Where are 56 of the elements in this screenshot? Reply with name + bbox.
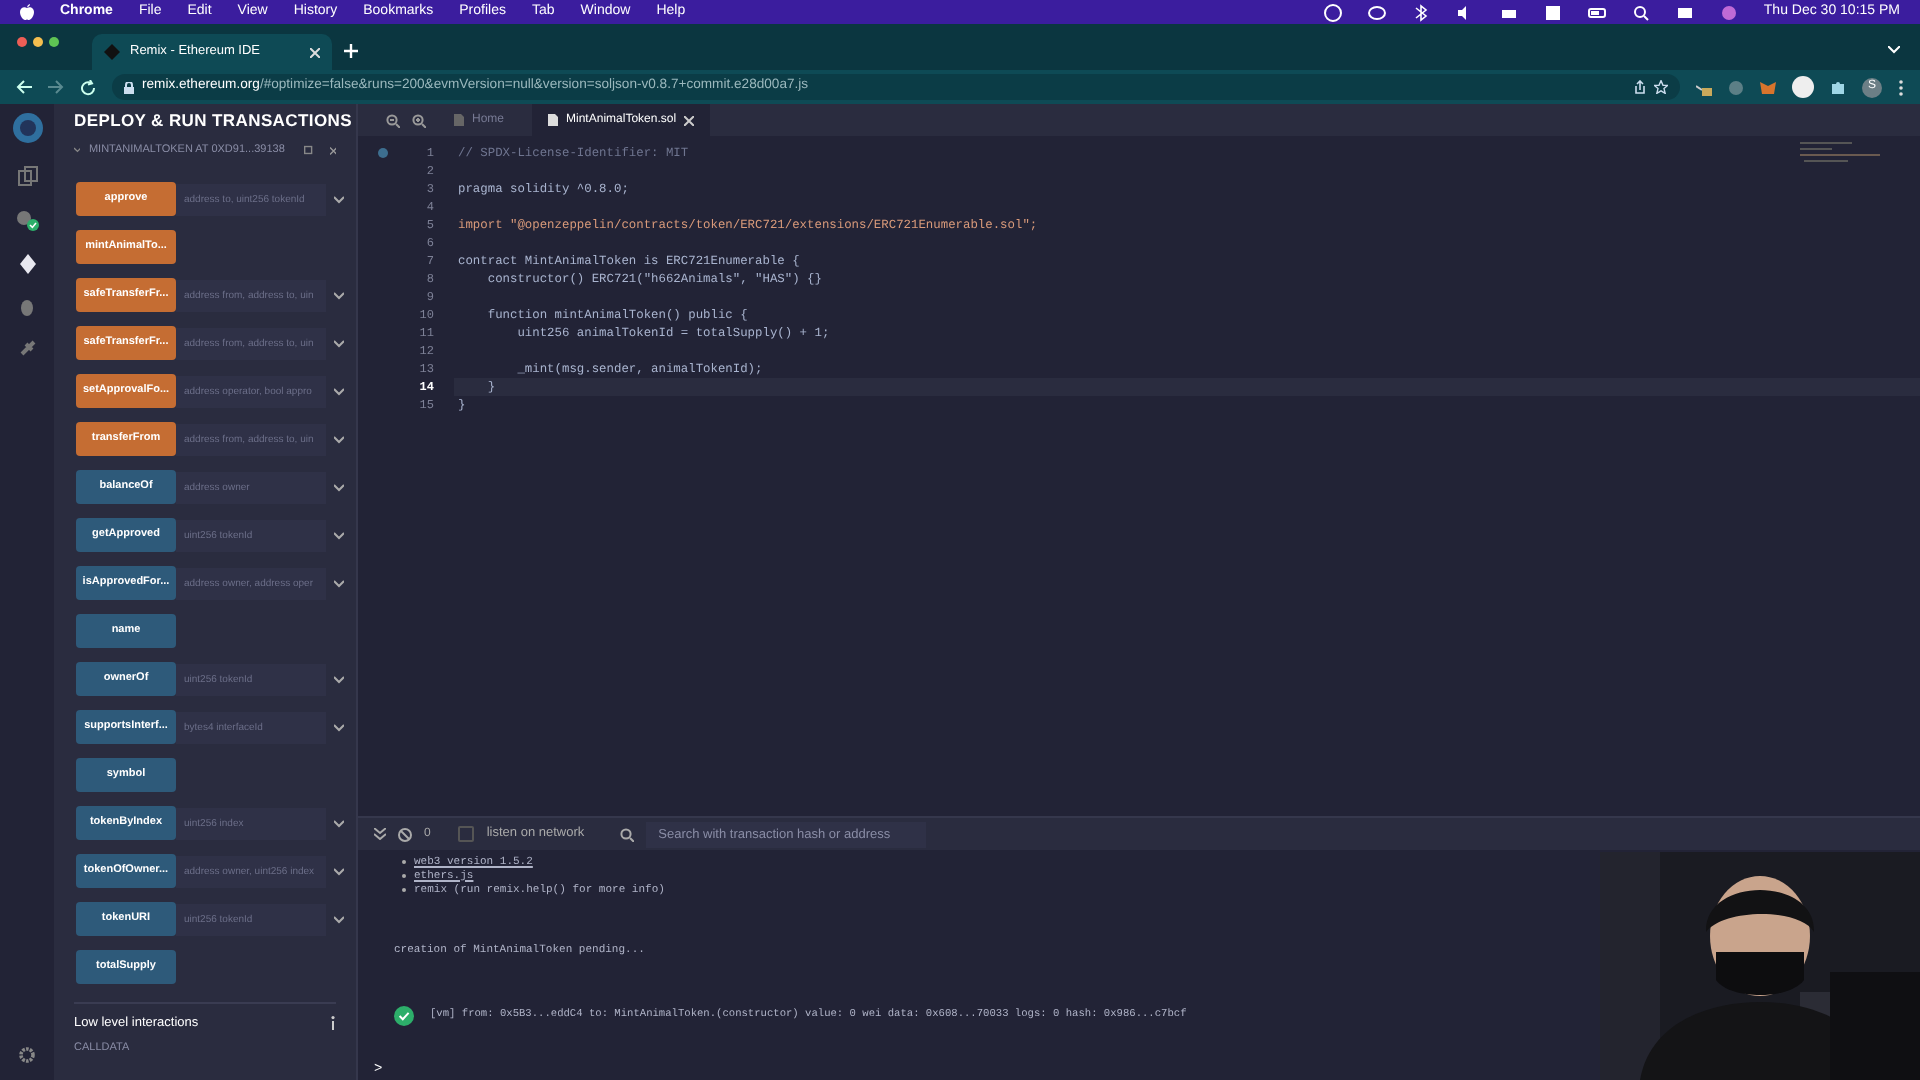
bug-icon[interactable]: [18, 296, 36, 316]
pen-extension-icon[interactable]: [1696, 79, 1712, 95]
chevron-down-icon[interactable]: [334, 531, 344, 539]
files-icon[interactable]: [17, 166, 37, 186]
search-icon[interactable]: [620, 827, 635, 842]
bluetooth-icon[interactable]: [1411, 3, 1430, 21]
fox-extension-icon[interactable]: [1760, 79, 1776, 95]
forward-icon[interactable]: [48, 80, 64, 94]
zoom-out-icon[interactable]: [386, 113, 400, 127]
chevron-down-icon[interactable]: [334, 915, 344, 923]
chevron-down-icon[interactable]: [334, 723, 344, 731]
new-tab-icon[interactable]: [344, 44, 358, 58]
search-icon[interactable]: [1631, 3, 1650, 21]
minimap-drawing: [1800, 142, 1880, 166]
success-check-icon: [394, 1005, 414, 1025]
chevron-down-icon[interactable]: [334, 867, 344, 875]
profile-extension-icon[interactable]: [1792, 76, 1814, 98]
copy-icon[interactable]: [304, 144, 314, 156]
collapse-icon[interactable]: [374, 828, 386, 841]
info-icon[interactable]: [330, 1016, 336, 1031]
file-icon: [548, 114, 559, 126]
share-icon[interactable]: [1634, 80, 1646, 94]
close-icon[interactable]: [684, 115, 695, 125]
chevron-down-icon[interactable]: [334, 579, 344, 587]
reload-icon[interactable]: [80, 79, 96, 95]
remix-logo-icon[interactable]: [9, 112, 45, 144]
back-icon[interactable]: [16, 80, 32, 94]
chevron-down-icon[interactable]: [334, 435, 344, 443]
more-icon[interactable]: [1898, 79, 1904, 95]
close-icon[interactable]: [329, 145, 337, 155]
ethereum-deploy-icon[interactable]: [17, 254, 37, 274]
globe-icon[interactable]: [1323, 3, 1342, 21]
chevron-down-icon[interactable]: [334, 195, 344, 203]
panel-title: DEPLOY & RUN TRANSACTIONS: [74, 108, 352, 134]
settings-icon[interactable]: [18, 1046, 36, 1064]
listen-checkbox[interactable]: [458, 826, 475, 843]
compiler-check-icon[interactable]: [15, 208, 39, 232]
window-controls-icon[interactable]: [16, 36, 64, 48]
battery-icon[interactable]: [1587, 3, 1606, 21]
remix-logo-icon: [104, 44, 120, 60]
chevron-down-icon[interactable]: [334, 339, 344, 347]
chevron-down-icon[interactable]: [334, 819, 344, 827]
chevron-down-icon[interactable]: [334, 483, 344, 491]
eye-icon[interactable]: [1367, 3, 1386, 21]
puzzle-icon[interactable]: [1830, 79, 1846, 95]
chevron-down-icon[interactable]: [334, 675, 344, 683]
chevron-down-icon[interactable]: [334, 291, 344, 299]
lock-icon: [124, 81, 134, 93]
star-icon[interactable]: [1654, 80, 1668, 94]
clear-icon[interactable]: [398, 827, 412, 842]
siri-icon[interactable]: [1719, 3, 1738, 21]
plug-icon[interactable]: [17, 338, 37, 358]
chevron-down-icon[interactable]: [334, 387, 344, 395]
zoom-in-icon[interactable]: [412, 113, 426, 127]
file-icon: [454, 114, 464, 126]
apple-icon[interactable]: [20, 4, 34, 20]
